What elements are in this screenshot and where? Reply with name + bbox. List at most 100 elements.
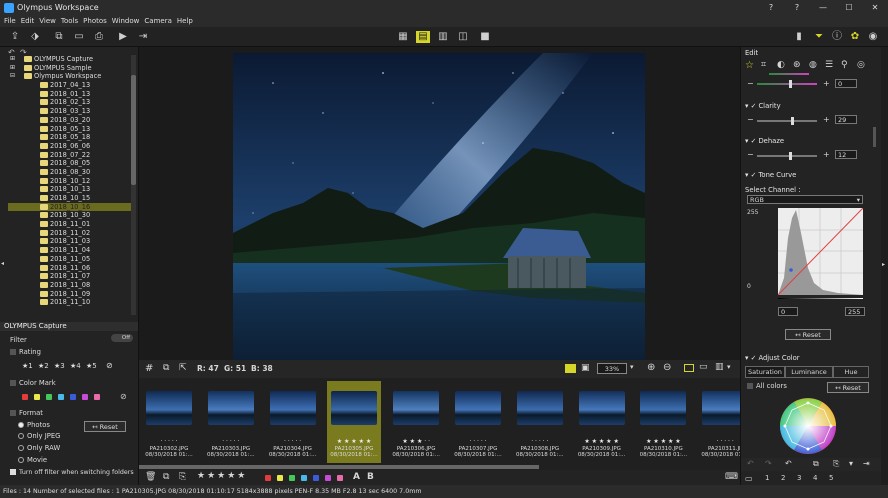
adjustcolor-header[interactable]: ▾ ✓ Adjust Color xyxy=(745,354,800,362)
tree-folder-item[interactable]: 2018_11_09 xyxy=(8,290,136,299)
close-button[interactable]: ✕ xyxy=(862,3,888,12)
tree-folder-item[interactable]: 2018_10_12 xyxy=(8,177,136,186)
zoom-out-icon[interactable]: ⊖ xyxy=(663,362,671,373)
format-jpeg[interactable]: Only JPEG xyxy=(18,432,60,440)
compare-icon[interactable]: ⧉ xyxy=(163,363,169,373)
radio-icon[interactable] xyxy=(18,457,24,463)
help-button-2[interactable]: ? xyxy=(784,3,810,12)
mark-yellow[interactable] xyxy=(277,475,283,481)
clarity-knob[interactable] xyxy=(791,117,794,125)
single-view-icon[interactable]: ■ xyxy=(478,31,492,43)
page-1[interactable]: 1 xyxy=(765,474,769,482)
clarity-value[interactable]: 29 xyxy=(835,115,857,124)
eye-icon[interactable]: ◎ xyxy=(857,60,865,70)
save-icon[interactable]: ▾ xyxy=(849,459,853,468)
color-wheel[interactable] xyxy=(776,397,840,455)
info-icon[interactable]: ⓘ xyxy=(830,31,844,43)
menu-camera[interactable]: Camera xyxy=(144,17,171,25)
tree-folder-item[interactable]: 2018_08_05 xyxy=(8,159,136,168)
sliders-icon[interactable]: ☰ xyxy=(825,60,833,70)
colormark-checkbox[interactable] xyxy=(10,380,16,386)
thumbnail-image[interactable] xyxy=(269,391,316,425)
tree-folder-item[interactable]: 2018_10_15 xyxy=(8,194,136,203)
menu-photos[interactable]: Photos xyxy=(83,17,107,25)
zoom-dropdown-icon[interactable]: ▾ xyxy=(630,363,634,371)
tree-folder-item[interactable]: 2018_11_08 xyxy=(8,281,136,290)
tree-folder-item[interactable]: 2018_02_13 xyxy=(8,98,136,107)
filter-fx-icon[interactable]: ◍ xyxy=(809,60,817,70)
tree-folder-item[interactable]: 2018_11_01 xyxy=(8,220,136,229)
format-raw[interactable]: Only RAW xyxy=(18,444,60,452)
double-layout-icon[interactable]: ▭ xyxy=(699,362,708,372)
redo-icon[interactable]: ↷ xyxy=(765,459,772,468)
tree-folder-item[interactable]: 2018_11_03 xyxy=(8,237,136,246)
menu-view[interactable]: View xyxy=(39,17,56,25)
clarity-header[interactable]: ▾ ✓ Clarity xyxy=(745,102,781,110)
tint-value[interactable]: 0 xyxy=(835,79,857,88)
menu-file[interactable]: File xyxy=(4,17,16,25)
copy-icon[interactable]: ⧉ xyxy=(163,472,169,482)
tone-curve-graph[interactable] xyxy=(778,208,863,295)
expand-icon[interactable]: ⊞ xyxy=(10,64,15,73)
filmstrip-scroll-thumb[interactable] xyxy=(139,465,539,469)
rating-1[interactable]: ★1 xyxy=(22,362,33,370)
tag-icon[interactable]: ⬗ xyxy=(28,31,42,43)
zoom-in-icon[interactable]: ⊕ xyxy=(647,362,655,373)
page-3[interactable]: 3 xyxy=(797,474,801,482)
radio-icon[interactable] xyxy=(18,433,24,439)
rating-2[interactable]: ★2 xyxy=(38,362,49,370)
edit-panel-icon[interactable]: ◉ xyxy=(866,31,880,43)
thumbnail-rating[interactable]: ★ ★ ★ ★ ★ xyxy=(327,438,381,445)
allcolors-option[interactable]: All colors xyxy=(747,382,787,390)
tree-folder-item[interactable]: 2018_11_07 xyxy=(8,272,136,281)
chevron-left-icon[interactable]: ◂ xyxy=(1,260,4,267)
thumbnail-rating[interactable]: · · · · · xyxy=(142,438,196,445)
tint-slider[interactable] xyxy=(769,73,809,75)
dehaze-header[interactable]: ▾ ✓ Dehaze xyxy=(745,137,784,145)
colormark-cyan[interactable] xyxy=(58,394,64,400)
tree-folder-item[interactable]: 2017_04_13 xyxy=(8,81,136,90)
channel-select[interactable]: RGB ▾ xyxy=(747,195,863,204)
thumbnail-rating[interactable]: · · · · · xyxy=(513,438,567,445)
thumbnail-item[interactable]: · · · · · PA210303.JPG 08/30/2018 01:... xyxy=(204,383,258,458)
turnoff-checkbox[interactable] xyxy=(10,469,16,475)
expand-icon[interactable]: ⊞ xyxy=(10,55,15,64)
tree-folder-item[interactable]: 2018_08_30 xyxy=(8,168,136,177)
compare-icon[interactable]: ⧉ xyxy=(52,31,66,43)
grid-icon[interactable]: # xyxy=(145,363,153,374)
thumbnail-image[interactable] xyxy=(578,391,625,425)
export-icon[interactable]: ⇥ xyxy=(136,31,150,43)
filter-icon[interactable]: ⏷ xyxy=(812,31,826,43)
paste-settings-icon[interactable]: ⎘ xyxy=(833,459,839,469)
tree-folder-item[interactable]: 2018_11_04 xyxy=(8,246,136,255)
filmstrip-scrollbar[interactable] xyxy=(139,465,539,469)
color-reset-button[interactable]: ↤ Reset xyxy=(827,382,869,393)
thumbnail-image[interactable] xyxy=(640,391,687,425)
panel-scrollbar[interactable] xyxy=(873,127,876,147)
mark-green[interactable] xyxy=(289,475,295,481)
dehaze-value[interactable]: 12 xyxy=(835,150,857,159)
list-view-icon[interactable]: ▥ xyxy=(436,31,450,43)
rating-checkbox[interactable] xyxy=(10,349,16,355)
crop-icon[interactable]: ⌗ xyxy=(761,60,766,70)
paste-icon[interactable]: ⎘ xyxy=(179,472,186,482)
zoom-input[interactable]: 33% xyxy=(597,363,627,374)
menu-window[interactable]: Window xyxy=(112,17,140,25)
thumbnail-item[interactable]: · · · · · PA210308.JPG 08/30/2018 01:... xyxy=(513,383,567,458)
format-checkbox[interactable] xyxy=(10,410,16,416)
curve-input-min[interactable]: 0 xyxy=(778,307,798,316)
tree-folder-item[interactable]: 2018_11_02 xyxy=(8,229,136,238)
star-tab-icon[interactable]: ☆ xyxy=(745,60,754,71)
filter-toggle[interactable]: Off xyxy=(111,334,133,342)
thumbnail-rating[interactable]: · · · · · xyxy=(266,438,320,445)
thumbnail-image[interactable] xyxy=(455,391,501,425)
print-icon[interactable]: ⎙ xyxy=(92,31,106,43)
curve-input-max[interactable]: 255 xyxy=(845,307,865,316)
rating-stars[interactable]: ★★★★★ xyxy=(197,471,247,481)
main-photo[interactable] xyxy=(233,53,645,362)
undo-icon[interactable]: ↶ xyxy=(747,459,754,468)
colormark-yellow[interactable] xyxy=(34,394,40,400)
tab-saturation[interactable]: Saturation xyxy=(745,366,785,378)
export-settings-icon[interactable]: ⇥ xyxy=(863,459,870,468)
expand-icon[interactable]: ⊟ xyxy=(10,72,15,81)
